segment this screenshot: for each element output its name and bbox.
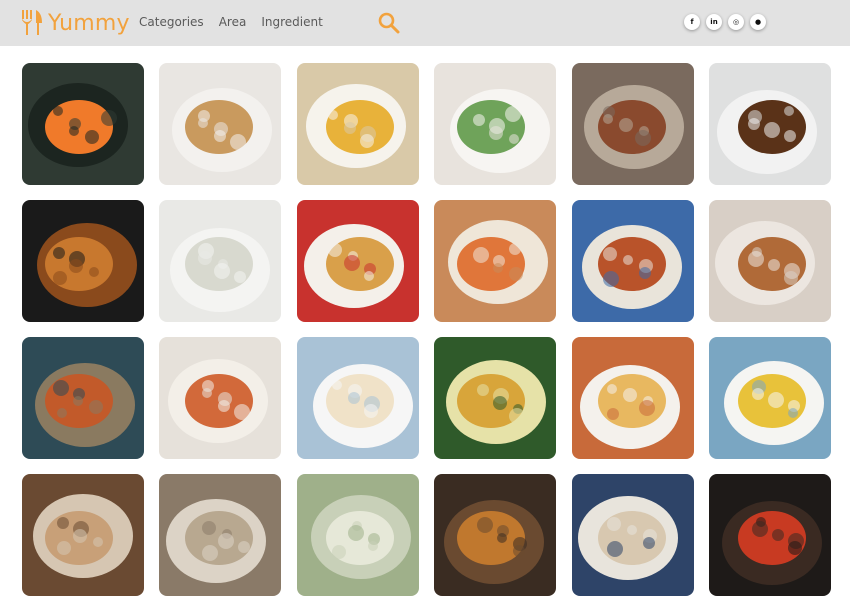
meal-beignets-image (709, 200, 831, 322)
meal-falafel-image (709, 63, 831, 185)
meal-tagine-card[interactable] (572, 200, 694, 322)
meal-row4-3-image (297, 474, 419, 596)
meal-tagine-image (572, 200, 694, 322)
meal-row4-4-image (434, 474, 556, 596)
meal-pancakes-image (572, 337, 694, 459)
meal-sushi-card[interactable] (22, 63, 144, 185)
meal-lentil-soup-image (297, 63, 419, 185)
meal-salad-plate-image (434, 337, 556, 459)
meal-poutine-image (434, 200, 556, 322)
meal-poutine-card[interactable] (434, 200, 556, 322)
meal-koshari-card[interactable] (159, 337, 281, 459)
meal-row4-4-card[interactable] (434, 474, 556, 596)
meal-beignets-card[interactable] (709, 200, 831, 322)
meal-lasagna-image (297, 200, 419, 322)
top-navbar: Yummy Categories Area Ingredient f in ◎ … (0, 0, 850, 46)
meal-row4-6-card[interactable] (709, 474, 831, 596)
meal-burger-card[interactable] (22, 200, 144, 322)
meal-fish-pie-image (297, 337, 419, 459)
meal-row4-1-card[interactable] (22, 474, 144, 596)
brand-name: Yummy (48, 10, 130, 36)
linkedin-icon[interactable]: in (706, 14, 722, 30)
meal-kedgeree-card[interactable] (709, 337, 831, 459)
meal-fish-pie-card[interactable] (297, 337, 419, 459)
meal-lasagna-card[interactable] (297, 200, 419, 322)
meal-pancakes-card[interactable] (572, 337, 694, 459)
meal-stuffed-potato-image (434, 63, 556, 185)
meal-dumplings-image (159, 200, 281, 322)
instagram-icon[interactable]: ◎ (728, 14, 744, 30)
meal-row4-5-image (572, 474, 694, 596)
meal-row4-5-card[interactable] (572, 474, 694, 596)
meal-liver-onions-card[interactable] (572, 63, 694, 185)
nav-area[interactable]: Area (219, 15, 247, 29)
meal-row4-1-image (22, 474, 144, 596)
meal-dumplings-card[interactable] (159, 200, 281, 322)
meal-meat-pie-card[interactable] (159, 63, 281, 185)
brand-logo[interactable]: Yummy (20, 7, 130, 39)
meal-row4-3-card[interactable] (297, 474, 419, 596)
facebook-icon[interactable]: f (684, 14, 700, 30)
search-button[interactable] (377, 11, 401, 35)
meal-salad-plate-card[interactable] (434, 337, 556, 459)
meal-row4-2-image (159, 474, 281, 596)
meal-row4-6-image (709, 474, 831, 596)
fork-knife-icon (22, 10, 42, 35)
meal-koshari-image (159, 337, 281, 459)
github-icon[interactable]: ● (750, 14, 766, 30)
meal-harira-card[interactable] (22, 337, 144, 459)
meal-stuffed-potato-card[interactable] (434, 63, 556, 185)
nav-categories[interactable]: Categories (139, 15, 204, 29)
meal-row4-2-card[interactable] (159, 474, 281, 596)
meal-sushi-image (22, 63, 144, 185)
meal-kedgeree-image (709, 337, 831, 459)
meal-meat-pie-image (159, 63, 281, 185)
nav-ingredient[interactable]: Ingredient (261, 15, 322, 29)
meal-falafel-card[interactable] (709, 63, 831, 185)
search-icon (378, 12, 400, 34)
meal-lentil-soup-card[interactable] (297, 63, 419, 185)
main-nav: Categories Area Ingredient (139, 15, 338, 29)
meal-liver-onions-image (572, 63, 694, 185)
meal-burger-image (22, 200, 144, 322)
social-links: f in ◎ ● (684, 14, 766, 30)
meal-harira-image (22, 337, 144, 459)
